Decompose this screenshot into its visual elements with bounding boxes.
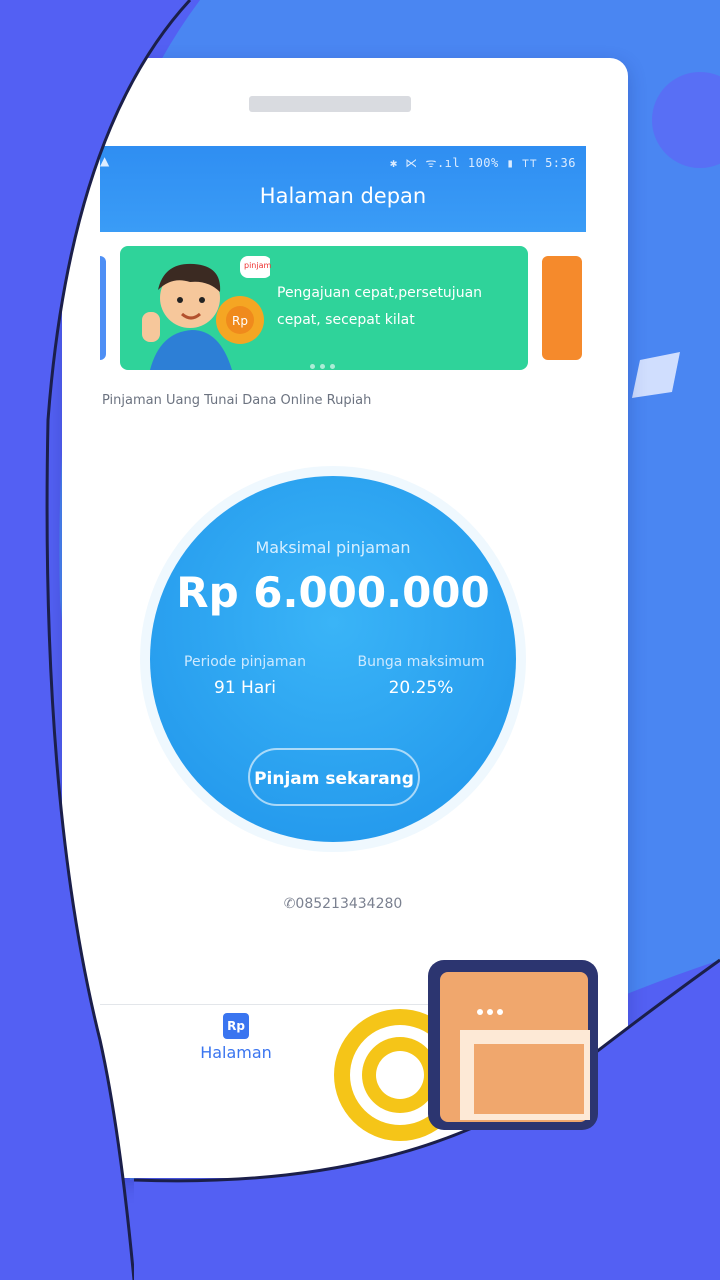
phone-speaker (249, 96, 411, 112)
apply-loan-button[interactable]: Pinjam sekarang (248, 748, 420, 806)
app-screen: ▲ ✱ ⋉ ᯤ.ıl 100% ▮ ⊤⊤ 5:36 Halaman depan … (100, 146, 586, 1106)
phone-mockup: ▲ ✱ ⋉ ᯤ.ıl 100% ▮ ⊤⊤ 5:36 Halaman depan … (62, 58, 628, 1178)
app-header: ▲ ✱ ⋉ ᯤ.ıl 100% ▮ ⊤⊤ 5:36 Halaman depan (100, 146, 586, 232)
contact-phone[interactable]: ✆085213434280 (100, 896, 586, 912)
pagination-dot (330, 364, 335, 369)
phone-icon: ✆ (283, 896, 296, 912)
home-icon: Rp (223, 1013, 249, 1039)
tab-home-label: Halaman (200, 1043, 272, 1062)
loan-summary-card: Maksimal pinjaman Rp 6.000.000 Periode p… (150, 476, 516, 842)
loan-period: Periode pinjaman 91 Hari (160, 654, 330, 698)
max-loan-label: Maksimal pinjaman (255, 538, 411, 557)
max-loan-amount: Rp 6.000.000 (176, 568, 490, 617)
pagination-dot (320, 364, 325, 369)
page-title: Halaman depan (259, 184, 427, 208)
banner-pagination (310, 354, 340, 370)
announcement-text: Pinjaman Uang Tunai Dana Online Rupiah (102, 393, 372, 408)
tab-home[interactable]: Rp Halaman (190, 1013, 282, 1062)
banner-line-1: Pengajuan cepat,persetujuan (277, 285, 483, 301)
max-interest-value: 20.25% (388, 678, 454, 698)
loan-period-label: Periode pinjaman (184, 654, 306, 670)
speech-bubble-text: pinjam (244, 261, 272, 270)
alert-icon: ▲ (100, 154, 110, 168)
banner-slide-next[interactable] (542, 256, 582, 360)
announcement-bar[interactable]: Pinjaman Uang Tunai Dana Online Rupiah (100, 393, 580, 408)
pagination-dot (310, 364, 315, 369)
status-icons: ✱ ⋉ ᯤ.ıl 100% ▮ ⊤⊤ 5:36 (389, 156, 576, 170)
max-interest: Bunga maksimum 20.25% (336, 654, 506, 698)
banner-slide-previous[interactable] (100, 256, 106, 360)
banner-text: Pengajuan cepat,persetujuan cepat, secep… (277, 280, 525, 334)
bottom-tab-bar: Rp Halaman (100, 1004, 586, 1106)
svg-text:Rp: Rp (232, 314, 248, 328)
status-bar: ▲ ✱ ⋉ ᯤ.ıl 100% ▮ ⊤⊤ 5:36 (100, 152, 586, 174)
max-interest-label: Bunga maksimum (357, 654, 485, 670)
loan-period-value: 91 Hari (214, 678, 276, 698)
contact-phone-number: 085213434280 (295, 896, 403, 912)
promo-banner[interactable]: Rp pinjam Pengajuan cepat,persetujuan ce… (120, 246, 528, 370)
banner-line-2: cepat, secepat kilat (277, 312, 415, 328)
